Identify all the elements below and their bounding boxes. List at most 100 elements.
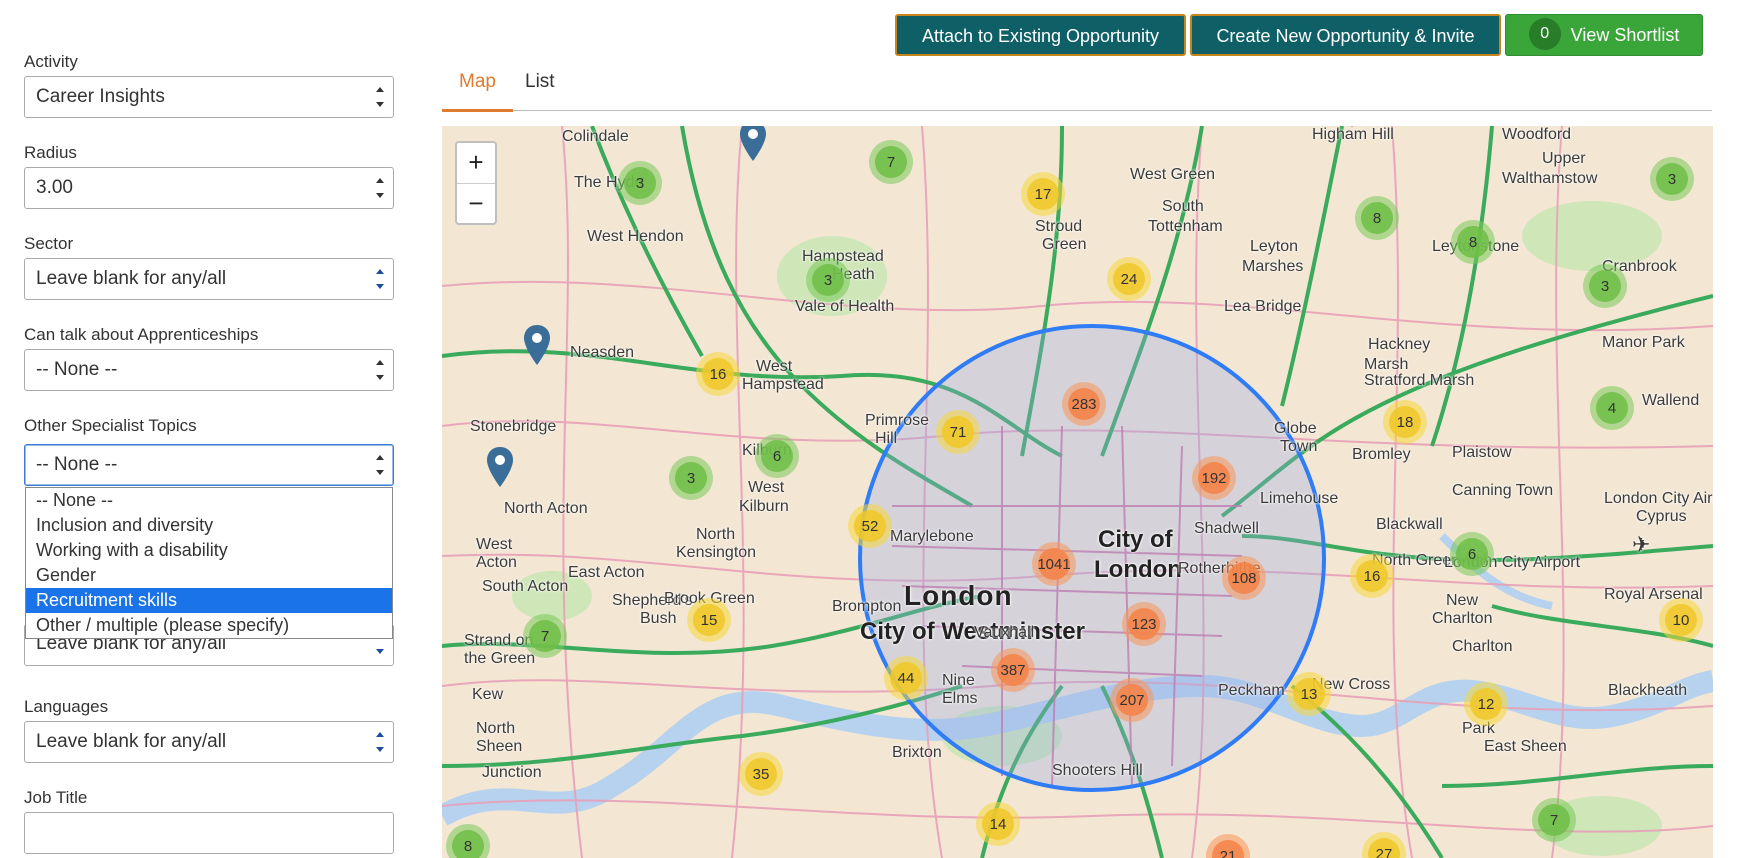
location-pin-icon[interactable]: [485, 446, 515, 488]
select-arrows-icon: [375, 358, 385, 382]
place-label: Kew: [472, 686, 504, 703]
map-cluster[interactable]: 7: [869, 140, 913, 184]
map-cluster[interactable]: 3: [618, 161, 662, 205]
map-cluster[interactable]: 108: [1222, 556, 1266, 600]
place-label: Cyprus: [1636, 508, 1687, 525]
dropdown-option[interactable]: Other / multiple (please specify): [26, 613, 392, 638]
place-label: Canning Town: [1452, 482, 1554, 499]
cluster-count: 24: [1113, 263, 1145, 295]
sector-select[interactable]: Leave blank for any/all: [24, 258, 394, 300]
map-cluster[interactable]: 14: [976, 802, 1020, 846]
attach-to-opportunity-button[interactable]: Attach to Existing Opportunity: [895, 14, 1186, 56]
tab-list[interactable]: List: [508, 64, 572, 109]
map-cluster[interactable]: 7: [523, 614, 567, 658]
zoom-in-button[interactable]: +: [457, 143, 495, 183]
map-cluster[interactable]: 192: [1192, 456, 1236, 500]
place-label: Charlton: [1452, 638, 1513, 655]
map-cluster[interactable]: 15: [687, 598, 731, 642]
cluster-count: 108: [1228, 562, 1260, 594]
map-cluster[interactable]: 10: [1659, 598, 1703, 642]
cluster-count: 3: [624, 167, 656, 199]
map-cluster[interactable]: 3: [669, 456, 713, 500]
shortlist-count-badge: 0: [1528, 18, 1561, 51]
map-cluster[interactable]: 12: [1464, 682, 1508, 726]
map-cluster[interactable]: 4: [1590, 386, 1634, 430]
job-title-input[interactable]: [24, 812, 394, 854]
place-label: Brixton: [892, 744, 942, 761]
place-label: Town: [1280, 438, 1318, 455]
map-cluster[interactable]: 35: [739, 752, 783, 796]
map-cluster[interactable]: 3: [1650, 157, 1694, 201]
place-label: Colindale: [562, 128, 629, 145]
map-cluster[interactable]: 71: [936, 410, 980, 454]
cluster-count: 387: [997, 654, 1029, 686]
map-cluster[interactable]: 207: [1110, 678, 1154, 722]
cluster-count: 14: [982, 808, 1014, 840]
place-label: Bush: [640, 610, 677, 627]
map-cluster[interactable]: 123: [1122, 602, 1166, 646]
specialist-topics-select[interactable]: -- None --: [24, 444, 394, 486]
map-cluster[interactable]: 16: [1350, 554, 1394, 598]
radius-value: 3.00: [36, 177, 73, 198]
dropdown-option[interactable]: Inclusion and diversity: [26, 513, 392, 538]
place-label: Vale of Health: [795, 298, 895, 315]
place-label: Vauxhall: [974, 624, 1035, 641]
location-pin-icon[interactable]: [522, 324, 552, 366]
languages-label: Languages: [24, 697, 109, 716]
radius-input[interactable]: 3.00: [24, 167, 394, 209]
place-label: Bromley: [1352, 446, 1411, 463]
cluster-count: 13: [1293, 678, 1325, 710]
dropdown-option[interactable]: Working with a disability: [26, 538, 392, 563]
map-cluster[interactable]: 18: [1383, 400, 1427, 444]
place-label: Globe: [1274, 420, 1317, 437]
place-label: Walthamstow: [1502, 170, 1598, 187]
map-cluster[interactable]: 6: [1450, 532, 1494, 576]
tab-map[interactable]: Map: [442, 64, 513, 112]
dropdown-option[interactable]: -- None --: [26, 488, 392, 513]
activity-select[interactable]: Career Insights: [24, 76, 394, 118]
map-cluster[interactable]: 8: [1451, 220, 1495, 264]
map-cluster[interactable]: 3: [1583, 264, 1627, 308]
apprenticeships-select[interactable]: -- None --: [24, 349, 394, 391]
map-cluster[interactable]: 7: [1532, 798, 1576, 842]
place-label: South Acton: [482, 578, 569, 595]
cluster-count: 7: [1538, 804, 1570, 836]
place-label: Kilburn: [739, 498, 789, 515]
place-label: Charlton: [1432, 610, 1493, 627]
map-cluster[interactable]: 52: [848, 504, 892, 548]
map-view[interactable]: + − Colindale The Hyde West Hendon Hamps…: [442, 126, 1713, 858]
map-cluster[interactable]: 387: [991, 648, 1035, 692]
cluster-count: 7: [529, 620, 561, 652]
map-cluster[interactable]: 6: [755, 434, 799, 478]
location-pin-icon[interactable]: [1337, 126, 1367, 128]
zoom-out-button[interactable]: −: [457, 183, 495, 224]
map-cluster[interactable]: 13: [1287, 672, 1331, 716]
map-cluster[interactable]: 24: [1107, 257, 1151, 301]
map-cluster[interactable]: 17: [1021, 172, 1065, 216]
place-label: Junction: [482, 764, 542, 781]
cluster-count: 7: [875, 146, 907, 178]
location-pin-icon[interactable]: [738, 126, 768, 162]
map-cluster[interactable]: 16: [696, 352, 740, 396]
map-cluster[interactable]: 3: [806, 258, 850, 302]
place-label: Primrose: [865, 412, 930, 429]
place-label: New: [1446, 592, 1479, 609]
map-cluster[interactable]: 283: [1062, 382, 1106, 426]
specialist-topics-dropdown: -- None -- Inclusion and diversity Worki…: [25, 487, 393, 639]
place-label: West: [748, 479, 785, 496]
place-label: Sheen: [476, 738, 523, 755]
map-cluster[interactable]: 1041: [1032, 542, 1076, 586]
create-opportunity-button[interactable]: Create New Opportunity & Invite: [1190, 14, 1501, 56]
cluster-count: 3: [675, 462, 707, 494]
cluster-count: 18: [1389, 406, 1421, 438]
place-label: Higham Hill: [1312, 126, 1394, 143]
cluster-count: 123: [1128, 608, 1160, 640]
dropdown-option-highlighted[interactable]: Recruitment skills: [26, 588, 392, 613]
map-cluster[interactable]: 44: [884, 656, 928, 700]
languages-value: Leave blank for any/all: [36, 731, 227, 752]
dropdown-option[interactable]: Gender: [26, 563, 392, 588]
view-shortlist-button[interactable]: 0 View Shortlist: [1505, 14, 1703, 56]
spinner-arrows-icon[interactable]: [375, 176, 385, 200]
map-cluster[interactable]: 8: [1355, 196, 1399, 240]
languages-select[interactable]: Leave blank for any/all: [24, 721, 394, 763]
